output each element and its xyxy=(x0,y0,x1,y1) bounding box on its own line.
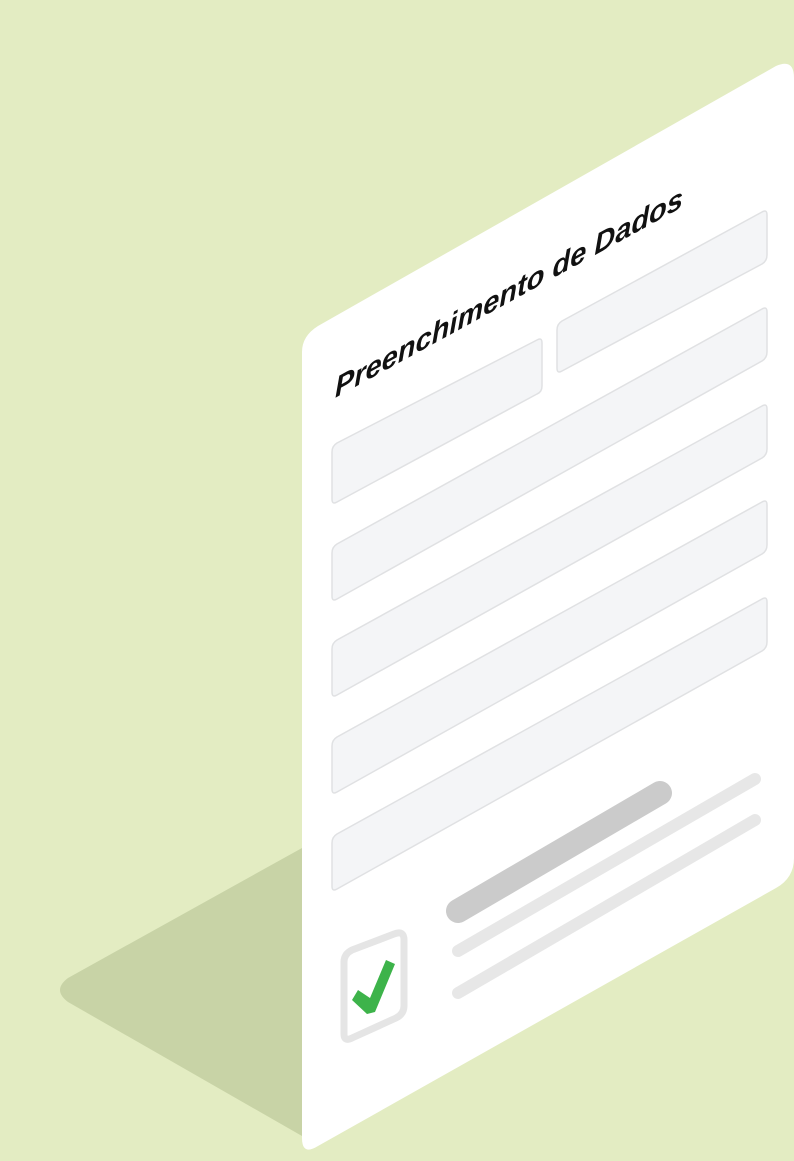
isometric-form-illustration: Preenchimento de Dados xyxy=(0,0,794,1161)
illustration-scene: Preenchimento de Dados xyxy=(0,0,794,1161)
